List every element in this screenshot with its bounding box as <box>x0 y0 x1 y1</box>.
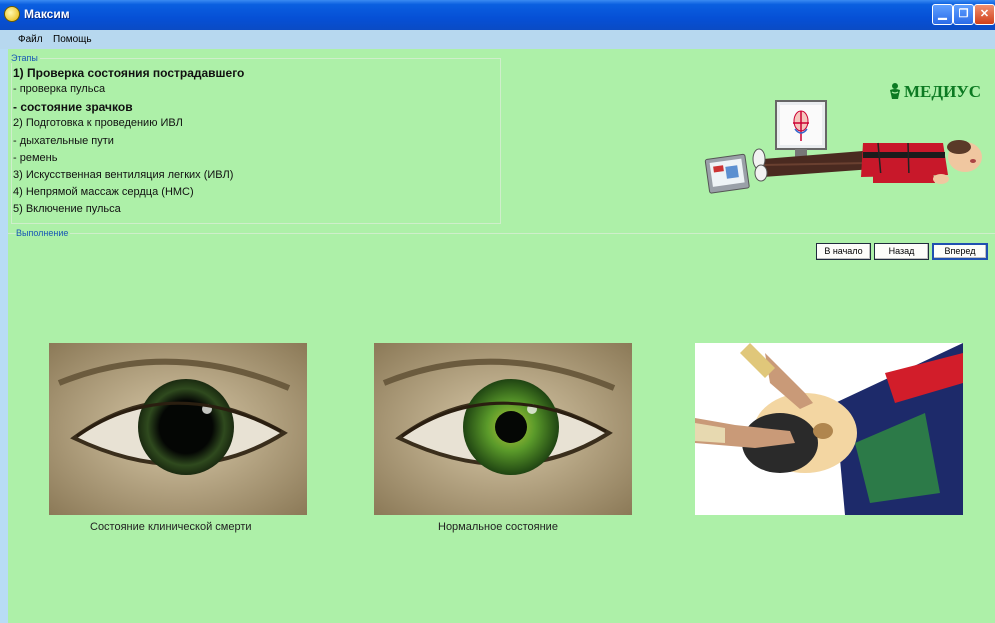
stage-item: - ремень <box>13 152 58 164</box>
tablet-device-icon <box>704 153 750 194</box>
manikin-illustration <box>704 100 982 194</box>
client-area: Этапы 1) Проверка состояния пострадавшег… <box>8 49 995 623</box>
restore-icon: ❐ <box>958 8 969 20</box>
stage-item: - состояние зрачков <box>13 100 133 114</box>
menu-bar: Файл Помощь <box>0 30 995 49</box>
close-icon: ✕ <box>979 8 990 20</box>
minimize-button[interactable]: ▁ <box>932 4 953 25</box>
eye-photo-dilated <box>49 343 307 515</box>
restore-button[interactable]: ❐ <box>953 4 974 25</box>
eye-photo-normal <box>374 343 632 515</box>
dilated-eye-icon <box>49 343 307 515</box>
stage-item: - проверка пульса <box>13 83 106 95</box>
execution-divider <box>8 233 995 234</box>
start-button[interactable]: В начало <box>816 243 871 260</box>
menu-help[interactable]: Помощь <box>53 34 92 45</box>
stage-item: 5) Включение пульса <box>13 203 121 215</box>
logo-mark-icon <box>890 83 900 99</box>
stage-item: 2) Подготовка к проведению ИВЛ <box>13 117 183 129</box>
title-bar: Максим ▁ ❐ ✕ <box>0 0 995 30</box>
stage-item: 3) Искусственная вентиляция легких (ИВЛ) <box>13 169 234 181</box>
manikin-airway-icon <box>695 343 963 515</box>
window-title: Максим <box>24 7 70 21</box>
stage-item: - дыхательные пути <box>13 135 114 147</box>
app-icon <box>4 6 20 22</box>
close-button[interactable]: ✕ <box>974 4 995 25</box>
stage-item: 4) Непрямой массаж сердца (НМС) <box>13 186 194 198</box>
back-button[interactable]: Назад <box>874 243 929 260</box>
stage-item: 1) Проверка состояния пострадавшего <box>13 66 245 80</box>
caption-normal-state: Нормальное состояние <box>438 521 558 533</box>
caption-clinical-death: Состояние клинической смерти <box>90 521 252 533</box>
normal-eye-icon <box>374 343 632 515</box>
anatomy-monitor-icon <box>775 100 827 161</box>
minimize-icon: ▁ <box>938 8 947 20</box>
menu-file[interactable]: Файл <box>18 34 43 45</box>
forward-button[interactable]: Вперед <box>932 243 988 260</box>
execution-label: Выполнение <box>16 228 71 238</box>
airway-check-photo <box>695 343 963 515</box>
stages-label: Этапы <box>11 53 40 63</box>
